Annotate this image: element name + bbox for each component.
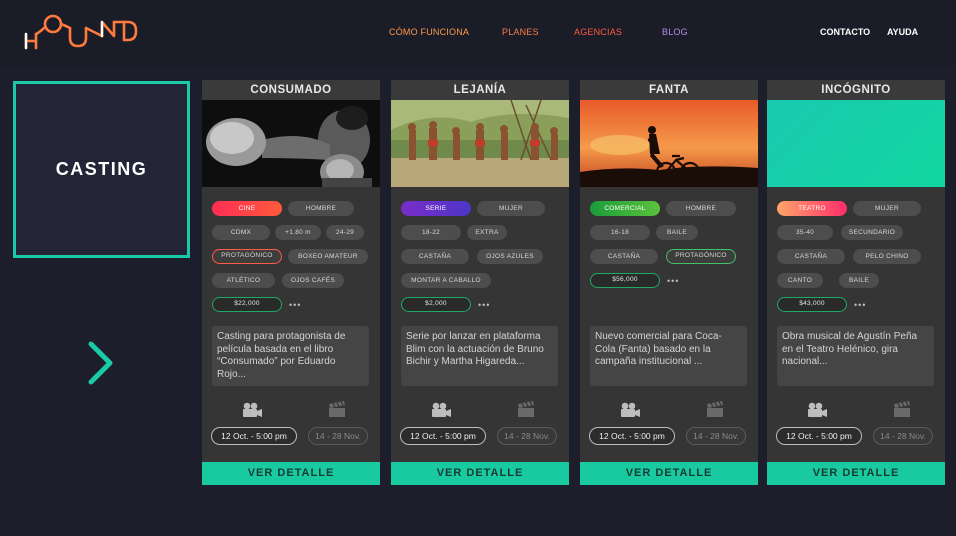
card-title: LEJANÍA — [391, 80, 569, 100]
chevron-right-icon[interactable] — [86, 340, 116, 386]
casting-date: 12 Oct. - 5:00 pm — [400, 427, 486, 445]
video-camera-icon — [621, 402, 640, 417]
casting-card: CONSUMADO CINE HOMBRE CDMX +1.80 m 24-29… — [202, 80, 380, 485]
casting-date: 12 Oct. - 5:00 pm — [776, 427, 862, 445]
tag-highlight: PROTAGÓNICO — [666, 249, 736, 264]
more-options-icon[interactable]: ••• — [289, 300, 301, 310]
card-description: Obra musical de Agustín Peña en el Teatr… — [777, 326, 934, 386]
tag: 35-40 — [777, 225, 833, 240]
tag: ATLÉTICO — [212, 273, 275, 288]
tag: HOMBRE — [288, 201, 354, 216]
price-badge: $2,000 — [401, 297, 471, 312]
tag: 18-22 — [401, 225, 461, 240]
nav-contacto[interactable]: CONTACTO — [820, 27, 870, 37]
card-image-placeholder[interactable] — [767, 100, 945, 187]
nav-agencias[interactable]: AGENCIAS — [574, 27, 622, 37]
tag: PELO CHINO — [853, 249, 921, 264]
video-camera-icon — [432, 402, 451, 417]
tag: CASTAÑA — [777, 249, 845, 264]
card-description: Casting para protagonista de película ba… — [212, 326, 369, 386]
ver-detalle-button[interactable]: VER DETALLE — [580, 462, 758, 485]
card-tags: SERIE MUJER 18-22 EXTRA CASTAÑA OJOS AZU… — [391, 187, 569, 327]
tag: 16-18 — [590, 225, 650, 240]
casting-card: FANTA COMERCIAL HOMBRE 16-18 BAILE CASTA… — [580, 80, 758, 485]
tag-highlight: PROTAGÓNICO — [212, 249, 282, 264]
tag: OJOS CAFÉS — [282, 273, 344, 288]
shoot-date-range: 14 - 28 Nov. — [686, 427, 746, 445]
tag: CASTAÑA — [590, 249, 658, 264]
nav-como-funciona[interactable]: CÓMO FUNCIONA — [389, 27, 469, 37]
more-options-icon[interactable]: ••• — [478, 300, 490, 310]
shoot-date-range: 14 - 28 Nov. — [873, 427, 933, 445]
card-title: FANTA — [580, 80, 758, 100]
card-image-tribe[interactable] — [391, 100, 569, 187]
top-navbar: CÓMO FUNCIONA PLANES AGENCIAS BLOG CONTA… — [0, 0, 956, 66]
casting-date: 12 Oct. - 5:00 pm — [589, 427, 675, 445]
ver-detalle-button[interactable]: VER DETALLE — [391, 462, 569, 485]
card-image-sunset-bike[interactable] — [580, 100, 758, 187]
tag: OJOS AZULES — [477, 249, 543, 264]
hound-logo[interactable] — [22, 12, 140, 52]
price-badge: $43,000 — [777, 297, 847, 312]
tag: BOXEO AMATEUR — [288, 249, 368, 264]
tag: MONTAR A CABALLO — [401, 273, 491, 288]
nav-planes[interactable]: PLANES — [502, 27, 539, 37]
nav-ayuda[interactable]: AYUDA — [887, 27, 918, 37]
clapperboard-icon — [707, 401, 723, 417]
tag-category: COMERCIAL — [590, 201, 660, 216]
clapperboard-icon — [329, 401, 345, 417]
tag-category: CINE — [212, 201, 282, 216]
casting-section-box: CASTING — [13, 81, 190, 258]
card-tags: TEATRO MUJER 35-40 SECUNDARIO CASTAÑA PE… — [767, 187, 945, 327]
card-title: INCÓGNITO — [767, 80, 945, 100]
tag: EXTRA — [467, 225, 507, 240]
casting-card: INCÓGNITO TEATRO MUJER 35-40 SECUNDARIO … — [767, 80, 945, 485]
casting-card: LEJANÍA SERIE MUJER 18-22 EXTRA CASTAÑA … — [391, 80, 569, 485]
tag-category: SERIE — [401, 201, 471, 216]
tag: 24-29 — [326, 225, 364, 240]
tag: +1.80 m — [275, 225, 321, 240]
card-description: Nuevo comercial para Coca-Cola (Fanta) b… — [590, 326, 747, 386]
clapperboard-icon — [894, 401, 910, 417]
nav-blog[interactable]: BLOG — [662, 27, 688, 37]
card-tags: CINE HOMBRE CDMX +1.80 m 24-29 PROTAGÓNI… — [202, 187, 380, 327]
more-options-icon[interactable]: ••• — [854, 300, 866, 310]
tag: HOMBRE — [666, 201, 736, 216]
card-title: CONSUMADO — [202, 80, 380, 100]
clapperboard-icon — [518, 401, 534, 417]
tag: SECUNDARIO — [841, 225, 903, 240]
ver-detalle-button[interactable]: VER DETALLE — [767, 462, 945, 485]
tag: BAILE — [656, 225, 698, 240]
shoot-date-range: 14 - 28 Nov. — [497, 427, 557, 445]
price-badge: $56,000 — [590, 273, 660, 288]
tag: MUJER — [853, 201, 921, 216]
ver-detalle-button[interactable]: VER DETALLE — [202, 462, 380, 485]
video-camera-icon — [243, 402, 262, 417]
price-badge: $22,000 — [212, 297, 282, 312]
card-description: Serie por lanzar en plataforma Blim con … — [401, 326, 558, 386]
casting-title: CASTING — [55, 159, 148, 179]
casting-date: 12 Oct. - 5:00 pm — [211, 427, 297, 445]
tag: CDMX — [212, 225, 270, 240]
video-camera-icon — [808, 402, 827, 417]
card-tags: COMERCIAL HOMBRE 16-18 BAILE CASTAÑA PRO… — [580, 187, 758, 327]
tag: BAILE — [839, 273, 879, 288]
tag: CASTAÑA — [401, 249, 469, 264]
card-image-boxer[interactable] — [202, 100, 380, 187]
more-options-icon[interactable]: ••• — [667, 276, 679, 286]
tag-category: TEATRO — [777, 201, 847, 216]
tag: MUJER — [477, 201, 545, 216]
tag: CANTO — [777, 273, 823, 288]
shoot-date-range: 14 - 28 Nov. — [308, 427, 368, 445]
